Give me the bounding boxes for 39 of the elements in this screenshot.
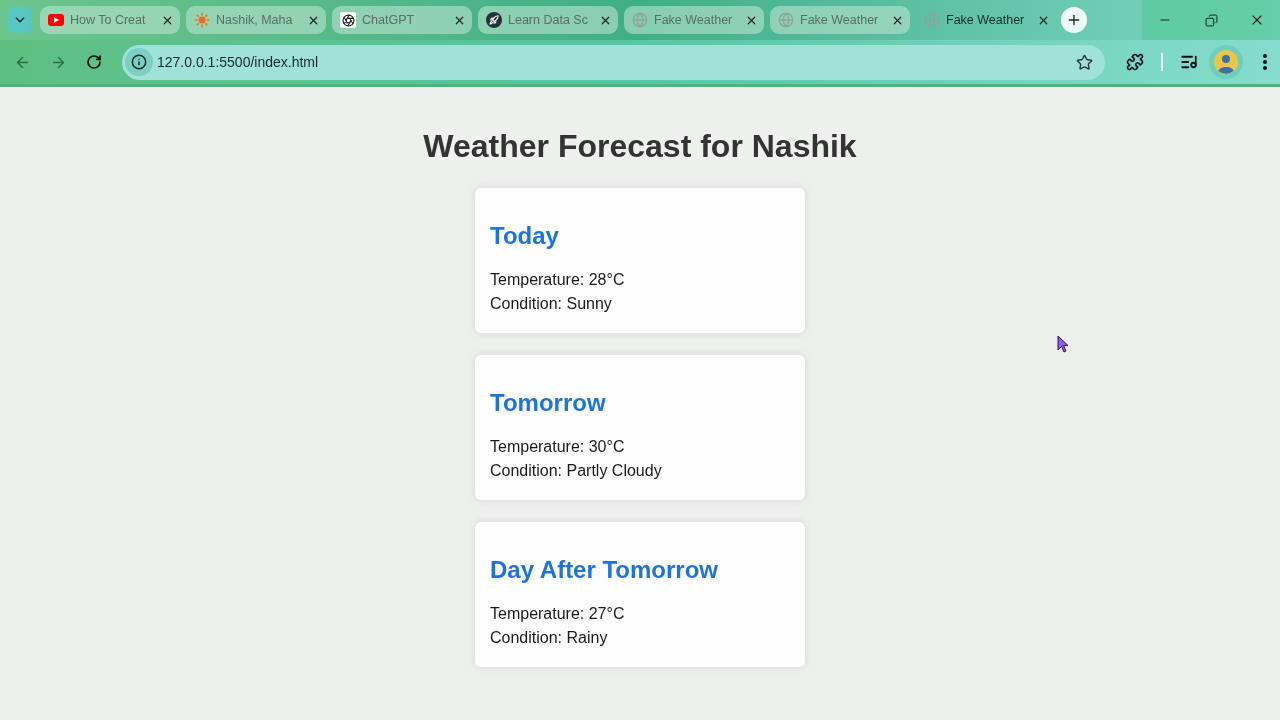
browser-tab[interactable]: Fake Weather — [916, 6, 1056, 34]
tab-search-button[interactable] — [8, 7, 32, 33]
day-heading: Tomorrow — [490, 389, 607, 417]
day-heading: Today — [490, 222, 560, 250]
condition-text: Condition: Partly Cloudy — [490, 461, 663, 481]
condition-text: Condition: Sunny — [490, 294, 613, 314]
new-tab-button[interactable] — [1061, 7, 1087, 33]
globe-icon — [632, 12, 648, 28]
reload-icon — [86, 54, 102, 70]
browser-tab[interactable]: Nashik, Maha — [186, 6, 326, 34]
day-heading: Day After Tomorrow — [490, 556, 720, 584]
url-text: 127.0.0.1:5500/index.html — [157, 52, 319, 72]
bookmark-star-icon[interactable] — [1076, 53, 1093, 71]
address-bar[interactable]: 127.0.0.1:5500/index.html — [122, 44, 1105, 80]
browser-tab[interactable]: Fake Weather — [624, 6, 764, 34]
page-title: Weather Forecast for Nashik — [423, 128, 857, 165]
temperature-text: Temperature: 30°C — [490, 437, 626, 457]
condition-text: Condition: Rainy — [490, 628, 609, 648]
globe-icon — [924, 12, 940, 28]
aperture-icon — [340, 12, 356, 28]
temperature-text: Temperature: 27°C — [490, 604, 626, 624]
avatar-icon — [1214, 50, 1238, 74]
site-info-icon[interactable] — [125, 48, 153, 76]
browser-tab[interactable]: How To Creat — [40, 6, 180, 34]
sun-icon — [194, 12, 210, 28]
globe-icon — [778, 12, 794, 28]
restore-icon — [1204, 13, 1218, 27]
playlist-icon — [1180, 53, 1198, 71]
menu-icon — [1263, 54, 1267, 70]
rocket-icon — [486, 12, 502, 28]
cursor-icon — [1057, 335, 1069, 353]
play-icon — [48, 14, 64, 26]
puzzle-icon — [1126, 53, 1144, 71]
browser-tab[interactable]: ChatGPT — [332, 6, 472, 34]
browser-tab[interactable]: Fake Weather — [770, 6, 910, 34]
temperature-text: Temperature: 28°C — [490, 270, 626, 290]
plus-icon — [1066, 12, 1082, 28]
profile-button[interactable] — [1209, 45, 1243, 79]
browser-tab[interactable]: Learn Data Sc — [478, 6, 618, 34]
